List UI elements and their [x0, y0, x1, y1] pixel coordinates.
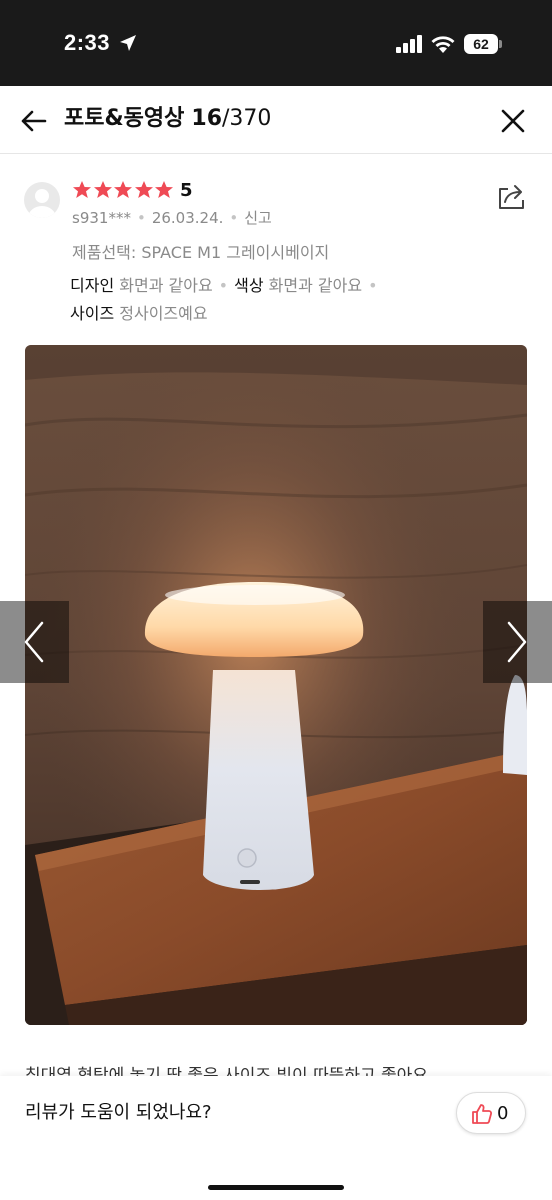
- helpful-like-button[interactable]: 0: [456, 1092, 526, 1134]
- star-icon: [155, 181, 174, 198]
- cellular-signal-icon: [396, 35, 422, 53]
- review-attributes-row-1: 디자인 화면과 같아요 • 색상 화면과 같아요 •: [70, 275, 384, 297]
- lamp-photo-illustration: [25, 345, 527, 1025]
- photo-index: 16: [191, 106, 223, 131]
- location-arrow-icon: [120, 35, 136, 51]
- share-icon[interactable]: [496, 181, 528, 211]
- attr-value-design: 화면과 같아요: [119, 276, 213, 295]
- battery-level: 62: [464, 34, 498, 54]
- helpful-footer: 리뷰가 도움이 되었나요? 0: [0, 1076, 552, 1200]
- product-option: 제품선택: SPACE M1 그레이시베이지: [72, 243, 330, 262]
- review-attributes-row-2: 사이즈 정사이즈예요: [70, 303, 208, 325]
- wifi-icon: [431, 36, 455, 53]
- review-photo[interactable]: [25, 345, 527, 1025]
- star-icon: [114, 181, 133, 198]
- back-arrow-icon[interactable]: [18, 106, 48, 136]
- title-label: 포토&동영상: [64, 106, 185, 131]
- attr-key-size: 사이즈: [70, 304, 115, 323]
- status-time: 2:33: [64, 30, 111, 55]
- separator-dot: •: [218, 276, 229, 295]
- next-photo-button[interactable]: [483, 601, 552, 683]
- rating-value: 5: [180, 180, 193, 201]
- header: 포토&동영상 16/370: [0, 86, 552, 154]
- star-icon: [134, 181, 153, 198]
- review-meta: s931*** • 26.03.24. • 신고: [72, 208, 272, 228]
- chevron-left-icon: [24, 621, 44, 663]
- avatar: [24, 182, 60, 218]
- review-date: 26.03.24.: [151, 209, 224, 227]
- helpful-question: 리뷰가 도움이 되었나요?: [25, 1102, 212, 1123]
- separator-dot: •: [136, 209, 146, 227]
- thumbs-up-icon: [472, 1104, 493, 1124]
- separator-dot: •: [368, 276, 378, 295]
- attr-value-size: 정사이즈예요: [119, 304, 208, 323]
- star-icon: [73, 181, 91, 198]
- chevron-right-icon: [507, 621, 527, 663]
- attr-value-color: 화면과 같아요: [268, 276, 363, 295]
- star-rating: [72, 180, 175, 202]
- battery-tip: [499, 40, 502, 48]
- like-count: 0: [497, 1103, 509, 1124]
- page-title: 포토&동영상 16/370: [64, 104, 271, 134]
- attr-key-color: 색상: [234, 276, 264, 295]
- star-icon: [93, 181, 112, 198]
- separator-dot: •: [229, 209, 239, 227]
- status-bar: 2:33 62: [0, 0, 552, 86]
- report-link[interactable]: 신고: [244, 209, 272, 227]
- attr-key-design: 디자인: [70, 276, 115, 295]
- reviewer-id: s931***: [72, 209, 131, 227]
- user-silhouette-icon: [28, 189, 56, 218]
- home-indicator: [208, 1185, 344, 1190]
- close-icon[interactable]: [498, 106, 528, 136]
- previous-photo-button[interactable]: [0, 601, 69, 683]
- photo-total: /370: [222, 106, 272, 131]
- battery-indicator: 62: [464, 34, 502, 54]
